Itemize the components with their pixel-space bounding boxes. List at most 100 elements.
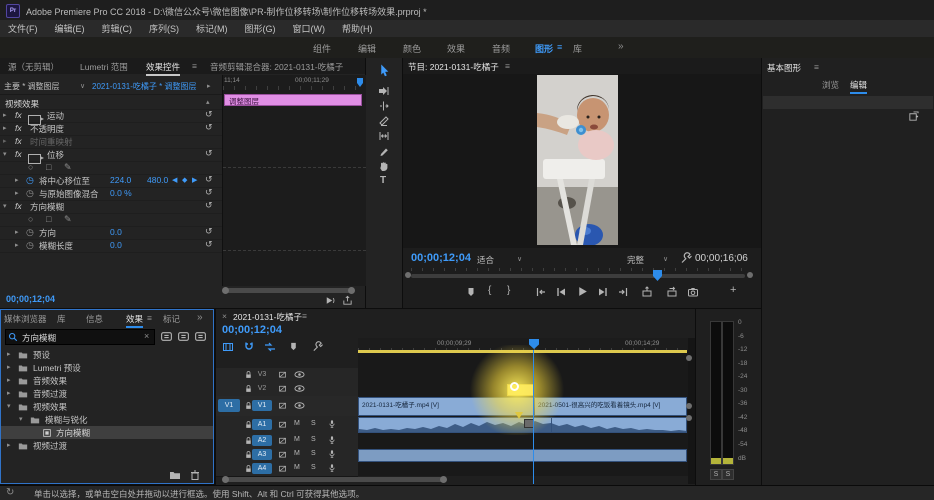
video-clip-1[interactable]: 2021-0131-吃橘子.mp4 [V]: [358, 397, 534, 416]
mark-in-icon[interactable]: {: [488, 285, 491, 296]
tree-item-blur-sharpen[interactable]: ▾ 模糊与锐化: [1, 413, 213, 426]
rect-mask-icon[interactable]: □: [46, 162, 51, 172]
h-scroll-handle-right[interactable]: [440, 476, 447, 483]
sync-lock-icon[interactable]: [278, 464, 287, 473]
zoom-level-select[interactable]: 适合: [477, 254, 494, 266]
disclosure-icon[interactable]: ▸: [15, 176, 19, 184]
selection-tool-icon[interactable]: [378, 64, 391, 77]
stopwatch-icon[interactable]: ◷: [26, 240, 34, 251]
effect-row-offset[interactable]: ▾ fx 位移 ↺: [0, 148, 222, 164]
play-audio-icon[interactable]: [324, 295, 335, 306]
sync-lock-icon[interactable]: [278, 436, 287, 445]
param-value-y[interactable]: 480.0: [147, 175, 168, 185]
tree-item-presets[interactable]: ▸ 预设: [1, 348, 213, 361]
timeline-panel-menu-icon[interactable]: ≡: [302, 311, 307, 321]
disclosure-icon[interactable]: ▸: [7, 363, 11, 371]
track-badge-a4[interactable]: A4: [252, 463, 272, 474]
tab-source-monitor[interactable]: 源（无剪辑）: [8, 61, 59, 73]
tree-label[interactable]: 模糊与锐化: [45, 414, 88, 426]
track-output-eye-icon[interactable]: [294, 369, 305, 380]
menu-marker[interactable]: 标记(M): [196, 22, 228, 35]
linked-selection-icon[interactable]: [264, 341, 276, 353]
solo-button[interactable]: S: [311, 420, 316, 427]
video-clip-2[interactable]: 2021-0501-很高兴的吃饭看着镜头.mp4 [V]: [534, 397, 687, 416]
v-scroll-dot-3[interactable]: [686, 415, 692, 421]
32bit-effects-filter-icon[interactable]: [177, 330, 190, 343]
voiceover-mic-icon[interactable]: [327, 435, 337, 445]
effect-controls-timecode[interactable]: 00;00;12;04: [6, 294, 55, 304]
disclosure-icon[interactable]: ▾: [7, 402, 11, 410]
tab-audio-clip-mixer[interactable]: 音频剪辑混合器: 2021-0131-吃橘子: [210, 61, 343, 73]
sync-lock-icon[interactable]: [278, 401, 287, 410]
param-value[interactable]: 0.0: [110, 240, 122, 250]
reset-icon[interactable]: ↺: [205, 122, 213, 133]
mute-button[interactable]: M: [294, 464, 300, 471]
timeline-settings-wrench-icon[interactable]: [312, 341, 323, 352]
disclosure-icon[interactable]: ▸: [3, 124, 7, 132]
lift-icon[interactable]: [641, 286, 653, 298]
master-clip-label[interactable]: 主要 * 调整图层: [4, 81, 60, 92]
effects-panel-menu-icon[interactable]: ≡: [147, 313, 152, 323]
solo-button[interactable]: S: [311, 464, 316, 471]
hand-tool-icon[interactable]: [378, 160, 390, 172]
nest-toggle-icon[interactable]: [222, 341, 234, 353]
stopwatch-icon[interactable]: ◷: [26, 188, 34, 199]
video-effects-section[interactable]: 视频效果 ▴: [0, 96, 222, 110]
tree-label[interactable]: 视频过渡: [33, 440, 67, 452]
workspace-overflow-icon[interactable]: »: [618, 41, 624, 52]
v-scroll-dot-1[interactable]: [686, 355, 692, 361]
disclosure-icon[interactable]: ▸: [7, 441, 11, 449]
source-patch-v1[interactable]: V1: [218, 399, 240, 412]
tree-item-audio-transitions[interactable]: ▸ 音频过渡: [1, 387, 213, 400]
solo-button[interactable]: S: [311, 450, 316, 457]
new-layer-icon[interactable]: [908, 111, 919, 122]
timeline-playhead-line[interactable]: [533, 350, 534, 484]
panel-overflow-icon[interactable]: »: [197, 312, 203, 323]
meter-solo-left[interactable]: S: [710, 469, 722, 480]
zoom-handle-right[interactable]: [348, 287, 355, 294]
clip-ref-label[interactable]: 2021-0131-吃橘子 * 调整图层: [92, 81, 196, 92]
disclosure-icon[interactable]: ▸: [3, 137, 7, 145]
disclosure-icon[interactable]: ▸: [15, 241, 19, 249]
reset-icon[interactable]: ↺: [205, 109, 213, 120]
program-timecode[interactable]: 00;00;12;04: [411, 252, 471, 264]
button-editor-plus-icon[interactable]: +: [730, 284, 736, 296]
workspace-tab-audio[interactable]: 音频: [492, 42, 510, 55]
tree-item-audio-effects[interactable]: ▸ 音频效果: [1, 374, 213, 387]
track-badge-v1[interactable]: V1: [252, 400, 272, 411]
sync-lock-icon[interactable]: [278, 420, 287, 429]
tree-item-video-effects[interactable]: ▾ 视频效果: [1, 400, 213, 413]
tree-item-video-transitions[interactable]: ▸ 视频过渡: [1, 439, 213, 452]
track-badge-a2[interactable]: A2: [252, 435, 272, 446]
program-panel-menu-icon[interactable]: ≡: [505, 61, 510, 71]
sync-lock-icon[interactable]: [278, 384, 287, 393]
step-forward-icon[interactable]: [597, 286, 609, 298]
reset-icon[interactable]: ↺: [205, 239, 213, 250]
disclosure-icon[interactable]: ▾: [3, 202, 7, 210]
workspace-tab-assembly[interactable]: 组件: [313, 42, 331, 55]
tab-markers[interactable]: 标记: [163, 313, 180, 325]
workspace-tab-editing[interactable]: 编辑: [358, 42, 376, 55]
effects-search-box[interactable]: 方向模糊 ×: [5, 329, 155, 345]
reset-icon[interactable]: ↺: [205, 226, 213, 237]
workspace-tab-graphics[interactable]: 图形: [535, 42, 553, 55]
add-marker-icon[interactable]: [465, 286, 477, 298]
menu-clip[interactable]: 剪辑(C): [102, 22, 133, 35]
tab-libraries[interactable]: 库: [57, 313, 66, 325]
menu-graphics[interactable]: 图形(G): [245, 22, 276, 35]
audio-clip-1[interactable]: [358, 417, 687, 433]
track-badge-v3[interactable]: V3: [252, 369, 272, 380]
tree-label[interactable]: Lumetri 预设: [33, 362, 81, 374]
menu-window[interactable]: 窗口(W): [293, 22, 326, 35]
slip-tool-icon[interactable]: [378, 130, 390, 142]
workspace-tab-color[interactable]: 颜色: [403, 42, 421, 55]
menu-sequence[interactable]: 序列(S): [149, 22, 179, 35]
workspace-tab-effects[interactable]: 效果: [447, 42, 465, 55]
snap-magnet-icon[interactable]: [243, 341, 255, 353]
go-to-out-icon[interactable]: [617, 286, 629, 298]
disclosure-icon[interactable]: ▾: [3, 150, 7, 158]
play-button-icon[interactable]: [576, 285, 589, 298]
track-badge-v2[interactable]: V2: [252, 383, 272, 394]
type-tool-icon[interactable]: T: [380, 175, 386, 186]
tree-label[interactable]: 音频过渡: [33, 388, 67, 400]
